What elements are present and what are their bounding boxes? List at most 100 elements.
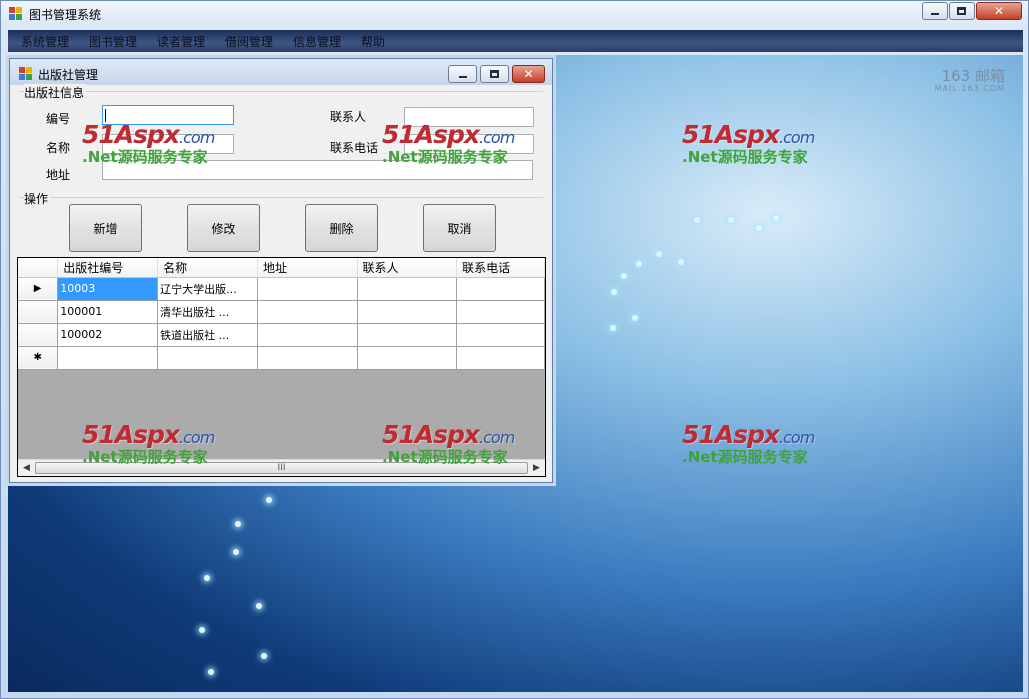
mail-logo-subtext: MAIL.163.COM <box>934 84 1005 93</box>
add-button[interactable]: 新增 <box>69 204 142 252</box>
bubble <box>632 315 638 321</box>
publisher-data-grid[interactable]: 出版社编号 名称 地址 联系人 联系电话 ▶ 10003 辽宁大学出版... 1… <box>17 257 546 477</box>
window-icon <box>19 67 33 81</box>
text-caret <box>105 109 106 122</box>
contact-label: 联系人 <box>330 110 367 124</box>
menu-system[interactable]: 系统管理 <box>21 33 69 50</box>
grid-cell[interactable] <box>456 323 545 347</box>
column-header-name[interactable]: 名称 <box>157 258 258 278</box>
bubble <box>773 215 779 221</box>
minimize-icon <box>458 76 467 78</box>
id-input[interactable] <box>102 105 234 125</box>
mail-163-logo: 163 邮箱 MAIL.163.COM <box>935 65 1005 93</box>
grid-cell[interactable] <box>257 300 358 324</box>
address-label: 地址 <box>46 168 71 182</box>
grid-cell[interactable]: 10003 <box>57 277 159 301</box>
bubble <box>204 575 210 581</box>
child-close-button[interactable]: ✕ <box>512 65 545 83</box>
menu-help[interactable]: 帮助 <box>361 33 385 50</box>
bubble <box>261 653 267 659</box>
bubble <box>621 273 627 279</box>
grid-cell[interactable]: 清华出版社 ... <box>157 300 258 324</box>
ops-group-label: 操作 <box>24 190 51 207</box>
grid-cell[interactable] <box>357 300 458 324</box>
grid-header-row: 出版社编号 名称 地址 联系人 联系电话 <box>18 258 545 278</box>
grid-corner <box>18 258 59 278</box>
contact-input[interactable] <box>404 107 534 127</box>
grid-cell[interactable]: 100001 <box>57 300 159 324</box>
main-minimize-button[interactable] <box>922 2 948 20</box>
menu-readers[interactable]: 读者管理 <box>157 33 205 50</box>
bubble <box>678 259 684 265</box>
grid-cell[interactable]: 铁道出版社 ... <box>157 323 258 347</box>
publisher-management-window: 出版社管理 ✕ 出版社信息 编号 名称 地址 联系人 联系电话 操作 新增 修改… <box>9 58 553 483</box>
bubble <box>694 217 700 223</box>
grid-cell[interactable] <box>257 277 358 301</box>
app-icon <box>9 7 23 21</box>
publisher-window-body: 出版社信息 编号 名称 地址 联系人 联系电话 操作 新增 修改 删除 取消 出… <box>15 84 547 478</box>
bubble <box>235 521 241 527</box>
menu-borrowing[interactable]: 借阅管理 <box>225 33 273 50</box>
bubble <box>756 225 762 231</box>
grid-cell[interactable] <box>456 277 545 301</box>
current-row-indicator-icon[interactable]: ▶ <box>18 277 59 301</box>
column-header-contact[interactable]: 联系人 <box>357 258 458 278</box>
column-header-publisher-id[interactable]: 出版社编号 <box>57 258 159 278</box>
maximize-icon <box>957 7 966 15</box>
grid-cell[interactable]: 100002 <box>57 323 159 347</box>
bubble <box>610 325 616 331</box>
id-label: 编号 <box>46 112 71 126</box>
grid-cell[interactable] <box>357 346 458 370</box>
close-icon: ✕ <box>993 4 1005 18</box>
publisher-window-titlebar[interactable]: 出版社管理 ✕ <box>10 59 552 85</box>
table-row[interactable]: 100002 铁道出版社 ... <box>18 323 545 347</box>
new-row-asterisk-icon[interactable]: ✱ <box>18 346 59 370</box>
edit-button[interactable]: 修改 <box>187 204 260 252</box>
grid-cell[interactable] <box>57 346 159 370</box>
grid-cell[interactable] <box>357 277 458 301</box>
bubble <box>728 217 734 223</box>
address-input[interactable] <box>102 160 533 180</box>
grid-cell[interactable]: 辽宁大学出版... <box>157 277 258 301</box>
table-row[interactable]: ▶ 10003 辽宁大学出版... <box>18 277 545 301</box>
main-maximize-button[interactable] <box>949 2 975 20</box>
column-header-phone[interactable]: 联系电话 <box>456 258 545 278</box>
child-minimize-button[interactable] <box>448 65 477 83</box>
column-header-address[interactable]: 地址 <box>257 258 358 278</box>
main-titlebar[interactable]: 图书管理系统 ✕ <box>1 1 1028 27</box>
bubble <box>208 669 214 675</box>
grid-cell[interactable] <box>257 346 358 370</box>
scroll-left-icon[interactable]: ◀ <box>18 460 35 476</box>
menu-info[interactable]: 信息管理 <box>293 33 341 50</box>
table-row[interactable]: 100001 清华出版社 ... <box>18 300 545 324</box>
bubble <box>256 603 262 609</box>
grid-cell[interactable] <box>456 346 545 370</box>
menu-books[interactable]: 图书管理 <box>89 33 137 50</box>
name-label: 名称 <box>46 141 71 155</box>
bubble <box>656 251 662 257</box>
phone-label: 联系电话 <box>330 141 379 155</box>
ops-group-border <box>19 197 543 198</box>
main-close-button[interactable]: ✕ <box>976 2 1022 20</box>
scroll-right-icon[interactable]: ▶ <box>528 460 545 476</box>
info-group-border <box>19 91 543 92</box>
name-input[interactable] <box>102 134 234 154</box>
minimize-icon <box>931 13 939 15</box>
scroll-thumb[interactable]: III <box>35 462 528 474</box>
publisher-window-title: 出版社管理 <box>38 68 99 82</box>
grid-cell[interactable] <box>357 323 458 347</box>
delete-button[interactable]: 删除 <box>305 204 378 252</box>
grid-table: 出版社编号 名称 地址 联系人 联系电话 ▶ 10003 辽宁大学出版... 1… <box>18 258 545 370</box>
new-row[interactable]: ✱ <box>18 346 545 370</box>
row-header[interactable] <box>18 323 59 347</box>
row-header[interactable] <box>18 300 59 324</box>
main-window-title: 图书管理系统 <box>29 8 102 22</box>
phone-input[interactable] <box>404 134 534 154</box>
horizontal-scrollbar[interactable]: ◀ III ▶ <box>18 459 545 476</box>
bubble <box>611 289 617 295</box>
child-maximize-button[interactable] <box>480 65 509 83</box>
grid-cell[interactable] <box>257 323 358 347</box>
grid-cell[interactable] <box>456 300 545 324</box>
cancel-button[interactable]: 取消 <box>423 204 496 252</box>
grid-cell[interactable] <box>157 346 258 370</box>
